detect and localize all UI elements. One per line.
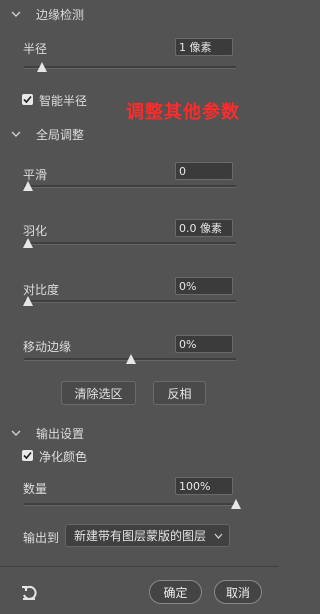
- output-to-value: 新建带有图层蒙版的图层: [74, 529, 207, 543]
- radius-slider-track[interactable]: [24, 66, 236, 69]
- shift-edge-label: 移动边缘: [23, 340, 72, 354]
- contrast-input[interactable]: 0%: [175, 277, 233, 295]
- feather-slider-track[interactable]: [24, 242, 236, 245]
- footer-divider: [0, 566, 278, 567]
- contrast-slider-thumb[interactable]: [23, 296, 33, 306]
- feather-slider-thumb[interactable]: [23, 238, 33, 248]
- smart-radius-label: 智能半径: [39, 94, 88, 108]
- amount-slider-thumb[interactable]: [231, 499, 241, 509]
- contrast-slider-track[interactable]: [24, 300, 236, 303]
- decontaminate-label: 净化颜色: [39, 450, 88, 464]
- amount-input[interactable]: 100%: [175, 477, 233, 495]
- radius-slider-thumb[interactable]: [37, 62, 47, 72]
- smart-radius-checkbox[interactable]: [22, 94, 33, 105]
- section-title: 输出设置: [36, 426, 85, 441]
- smooth-input[interactable]: 0: [175, 162, 233, 180]
- chevron-down-icon[interactable]: [10, 8, 22, 20]
- annotation-text: 调整其他参数: [126, 102, 240, 123]
- output-to-select[interactable]: 新建带有图层蒙版的图层: [65, 524, 230, 547]
- check-icon: [23, 95, 32, 104]
- reset-icon[interactable]: [20, 584, 38, 602]
- smooth-slider-thumb[interactable]: [23, 181, 33, 191]
- section-title: 全局调整: [36, 127, 85, 142]
- decontaminate-checkbox[interactable]: [22, 450, 33, 461]
- shift-edge-input[interactable]: 0%: [175, 335, 233, 353]
- chevron-down-icon: [214, 533, 223, 539]
- ok-button[interactable]: 确定: [149, 580, 202, 604]
- chevron-down-icon[interactable]: [10, 427, 22, 439]
- chevron-down-icon[interactable]: [10, 128, 22, 140]
- check-icon: [23, 451, 32, 460]
- section-header-edge-detection[interactable]: 边缘检测: [10, 6, 84, 22]
- section-header-global-adjust[interactable]: 全局调整: [10, 126, 84, 142]
- invert-button[interactable]: 反相: [153, 381, 206, 405]
- amount-label: 数量: [23, 482, 48, 496]
- output-to-label: 输出到: [23, 531, 60, 545]
- section-header-output[interactable]: 输出设置: [10, 425, 84, 441]
- cancel-button[interactable]: 取消: [214, 580, 262, 604]
- amount-slider-track[interactable]: [24, 503, 236, 506]
- feather-label: 羽化: [23, 224, 48, 238]
- clear-selection-button[interactable]: 清除选区: [61, 381, 136, 405]
- smooth-slider-track[interactable]: [24, 185, 236, 188]
- radius-input[interactable]: 1 像素: [175, 38, 233, 56]
- section-title: 边缘检测: [36, 7, 85, 22]
- feather-input[interactable]: 0.0 像素: [175, 219, 233, 237]
- shift-edge-slider-thumb[interactable]: [126, 354, 136, 364]
- radius-label: 半径: [23, 42, 48, 56]
